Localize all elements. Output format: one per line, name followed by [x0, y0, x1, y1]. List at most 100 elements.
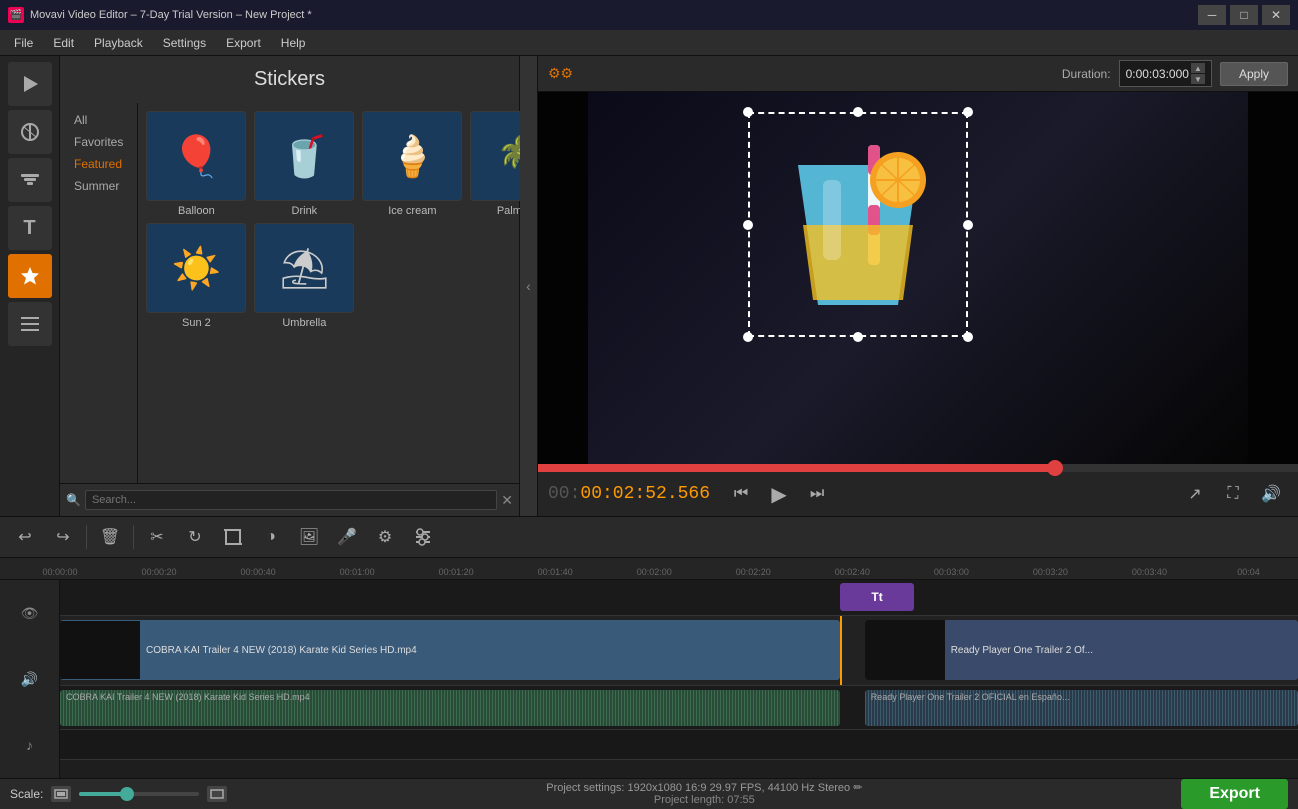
sticker-icecream[interactable]: 🍦 Ice cream — [362, 111, 462, 217]
play-button[interactable]: ▶ — [762, 479, 796, 509]
window-title: Movavi Video Editor – 7-Day Trial Versio… — [30, 9, 312, 21]
undo-button[interactable]: ↩ — [8, 522, 42, 552]
apply-button[interactable]: Apply — [1220, 62, 1288, 86]
ruler-mark-1: 00:00:20 — [142, 567, 177, 577]
volume-button[interactable]: 🔊 — [1254, 479, 1288, 509]
video-clip-2[interactable]: Ready Player One Trailer 2 Of... — [865, 620, 1298, 680]
search-input[interactable] — [85, 490, 497, 510]
scale-slider[interactable] — [79, 792, 199, 796]
video-track: COBRA KAI Trailer 4 NEW (2018) Karate Ki… — [60, 616, 1298, 686]
video-clip-1[interactable]: COBRA KAI Trailer 4 NEW (2018) Karate Ki… — [60, 620, 840, 680]
sticker-selection[interactable] — [748, 112, 968, 337]
handle-bl[interactable] — [743, 332, 753, 342]
timeline-playhead[interactable] — [840, 616, 842, 685]
track-volume-icon[interactable]: 🔊 — [21, 671, 38, 688]
filters-tool-button[interactable] — [8, 158, 52, 202]
handle-mr[interactable] — [963, 220, 973, 230]
audio-clip-2[interactable]: Ready Player One Trailer 2 OFICIAL en Es… — [865, 690, 1298, 726]
ruler-mark-3: 00:01:00 — [340, 567, 375, 577]
scale-label: Scale: — [10, 787, 43, 801]
category-summer[interactable]: Summer — [66, 175, 131, 197]
stickers-row-1: 🎈 Balloon 🥤 Drink 🍦 Ice cream 🌴 Palm tre… — [146, 111, 570, 217]
audio-clip-1[interactable]: COBRA KAI Trailer 4 NEW (2018) Karate Ki… — [60, 690, 840, 726]
menu-edit[interactable]: Edit — [43, 33, 84, 53]
audio-record-button[interactable]: 🎤 — [330, 522, 364, 552]
levels-button[interactable] — [406, 522, 440, 552]
menu-export[interactable]: Export — [216, 33, 271, 53]
sticker-sun2[interactable]: ☀️ Sun 2 — [146, 223, 246, 329]
duration-up[interactable]: ▲ — [1191, 63, 1205, 73]
category-all[interactable]: All — [66, 109, 131, 131]
scale-min-icon[interactable] — [51, 786, 71, 802]
effects-tool-button[interactable] — [8, 110, 52, 154]
sticker-balloon[interactable]: 🎈 Balloon — [146, 111, 246, 217]
menubar: File Edit Playback Settings Export Help — [0, 30, 1298, 56]
sticker-drink[interactable]: 🥤 Drink — [254, 111, 354, 217]
handle-tl[interactable] — [743, 107, 753, 117]
video-left-bar — [538, 92, 588, 464]
preview-scrubber-thumb[interactable] — [1047, 460, 1063, 476]
project-length-label: Project length: — [654, 794, 724, 806]
scale-slider-thumb[interactable] — [120, 787, 134, 801]
duration-down[interactable]: ▼ — [1191, 74, 1205, 84]
rotate-button[interactable]: ↻ — [178, 522, 212, 552]
maximize-button[interactable]: □ — [1230, 5, 1258, 25]
menu-playback[interactable]: Playback — [84, 33, 153, 53]
search-clear-button[interactable]: ✕ — [501, 492, 513, 509]
cut-button[interactable]: ✂ — [140, 522, 174, 552]
sticker-umbrella-label: Umbrella — [254, 317, 354, 329]
menu-settings[interactable]: Settings — [153, 33, 216, 53]
stickers-grid: 🎈 Balloon 🥤 Drink 🍦 Ice cream 🌴 Palm tre… — [138, 103, 578, 483]
skip-forward-button[interactable]: ⏭ — [800, 479, 834, 509]
handle-bc[interactable] — [853, 332, 863, 342]
panel-body: All Favorites Featured Summer 🎈 Balloon … — [60, 103, 519, 483]
export-button[interactable]: Export — [1181, 779, 1288, 809]
category-featured[interactable]: Featured — [66, 153, 131, 175]
ruler-mark-0: 00:00:00 — [42, 567, 77, 577]
track-music-icon[interactable]: ♪ — [26, 737, 33, 753]
handle-tc[interactable] — [853, 107, 863, 117]
track-eye-icon[interactable]: 👁 — [21, 605, 39, 622]
sticker-track-clip[interactable]: Tt — [840, 583, 914, 611]
crop-button[interactable] — [216, 522, 250, 552]
menu-file[interactable]: File — [4, 33, 43, 53]
settings-button[interactable]: ⚙ — [368, 522, 402, 552]
close-button[interactable]: ✕ — [1262, 5, 1290, 25]
export-preview-button[interactable]: ↗ — [1178, 479, 1212, 509]
timeline-left-controls: 👁 🔊 ♪ — [0, 580, 60, 778]
fullscreen-button[interactable]: ⛶ — [1216, 479, 1250, 509]
window-controls[interactable]: ─ □ ✕ — [1198, 5, 1290, 25]
image-button[interactable]: 🖼 — [292, 522, 326, 552]
stickers-tool-button[interactable] — [8, 254, 52, 298]
transitions-tool-button[interactable] — [8, 302, 52, 346]
duration-text: 0:00:03:000 — [1126, 67, 1189, 81]
sticker-icecream-thumb: 🍦 — [362, 111, 462, 201]
preview-canvas — [538, 92, 1298, 464]
color-button[interactable]: ◑ — [254, 522, 288, 552]
category-favorites[interactable]: Favorites — [66, 131, 131, 153]
toolbar-separator-1 — [86, 525, 87, 549]
media-tool-button[interactable] — [8, 62, 52, 106]
sticker-drink-label: Drink — [254, 205, 354, 217]
skip-back-button[interactable]: ⏮ — [724, 479, 758, 509]
ruler-marks-container: 00:00:00 00:00:20 00:00:40 00:01:00 00:0… — [60, 558, 1298, 577]
duration-value[interactable]: 0:00:03:000 ▲ ▼ — [1119, 60, 1212, 87]
delete-button[interactable]: 🗑 — [93, 522, 127, 552]
project-length-value: 07:55 — [727, 794, 755, 806]
preview-scrubber[interactable] — [538, 464, 1298, 472]
redo-button[interactable]: ↪ — [46, 522, 80, 552]
minimize-button[interactable]: ─ — [1198, 5, 1226, 25]
video-clip-1-thumb — [60, 621, 140, 679]
sticker-umbrella[interactable]: ⛱ Umbrella — [254, 223, 354, 329]
scale-max-icon[interactable] — [207, 786, 227, 802]
handle-br[interactable] — [963, 332, 973, 342]
handle-ml[interactable] — [743, 220, 753, 230]
project-info: Project settings: 1920x1080 16:9 29.97 F… — [546, 781, 862, 806]
ruler-mark-12: 00:04 — [1237, 567, 1260, 577]
handle-tr[interactable] — [963, 107, 973, 117]
ruler-mark-5: 00:01:40 — [538, 567, 573, 577]
menu-help[interactable]: Help — [271, 33, 316, 53]
ruler-mark-8: 00:02:40 — [835, 567, 870, 577]
panel-collapse-arrow[interactable]: ‹ — [520, 56, 538, 516]
text-tool-button[interactable]: T — [8, 206, 52, 250]
